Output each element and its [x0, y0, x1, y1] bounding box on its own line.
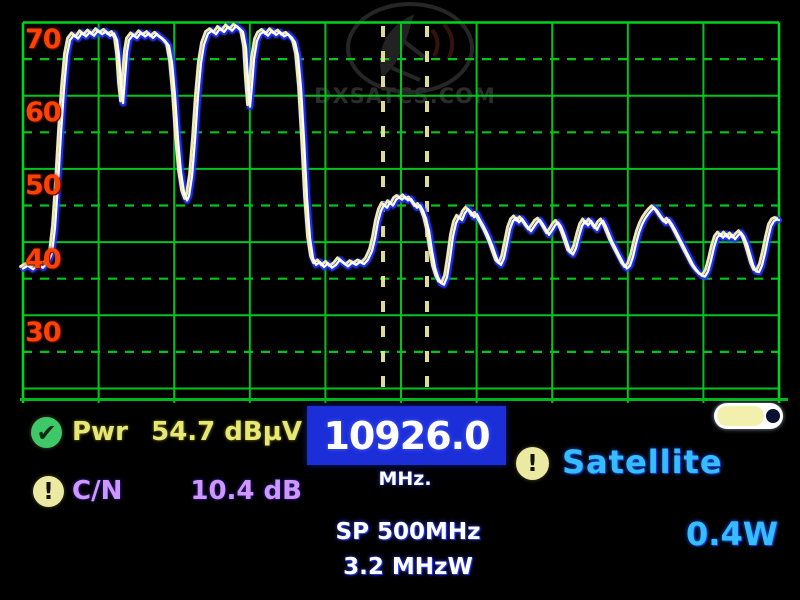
- spectrum-traces: [21, 24, 780, 284]
- dxsatcs-watermark: DXSATCS.COM: [314, 4, 496, 108]
- y-axis-label-50: 50: [25, 172, 69, 199]
- span-readout: SP 500MHz: [308, 519, 508, 545]
- pwr-label: Pwr: [72, 417, 128, 448]
- bandwidth-readout: 3.2 MHzW: [308, 554, 508, 580]
- spectrum-analyzer-screen: DXSATCS.COM 70 60 50 40 30 ✔ Pwr 54.7 dB…: [0, 0, 800, 600]
- frequency-unit: MHz.: [330, 468, 480, 490]
- y-axis-label-30: 30: [25, 319, 69, 346]
- trace-yellow: [21, 24, 777, 282]
- warning-circle-icon: !: [33, 476, 64, 507]
- signal-waves-icon: [432, 24, 452, 60]
- spectrum-chart: DXSATCS.COM: [0, 0, 800, 600]
- frequency-display: 10926.0: [307, 406, 506, 465]
- y-axis-label-60: 60: [25, 99, 69, 126]
- battery-terminal-icon: [766, 409, 780, 423]
- pwr-value: 54.7 dBµV: [140, 417, 302, 448]
- y-axis-label-70: 70: [25, 26, 69, 53]
- y-axis-label-40: 40: [25, 246, 69, 273]
- check-circle-icon: ✔: [31, 417, 62, 448]
- cn-label: C/N: [72, 476, 122, 507]
- frequency-value: 10926.0: [323, 414, 489, 458]
- mode-label: Satellite: [562, 443, 723, 481]
- lnb-power-value: 0.4W: [640, 515, 778, 553]
- warning-circle-icon: !: [516, 447, 549, 480]
- battery-indicator: [714, 403, 783, 429]
- battery-level: [717, 406, 764, 426]
- cn-value: 10.4 dB: [140, 476, 302, 507]
- grid: [20, 23, 788, 404]
